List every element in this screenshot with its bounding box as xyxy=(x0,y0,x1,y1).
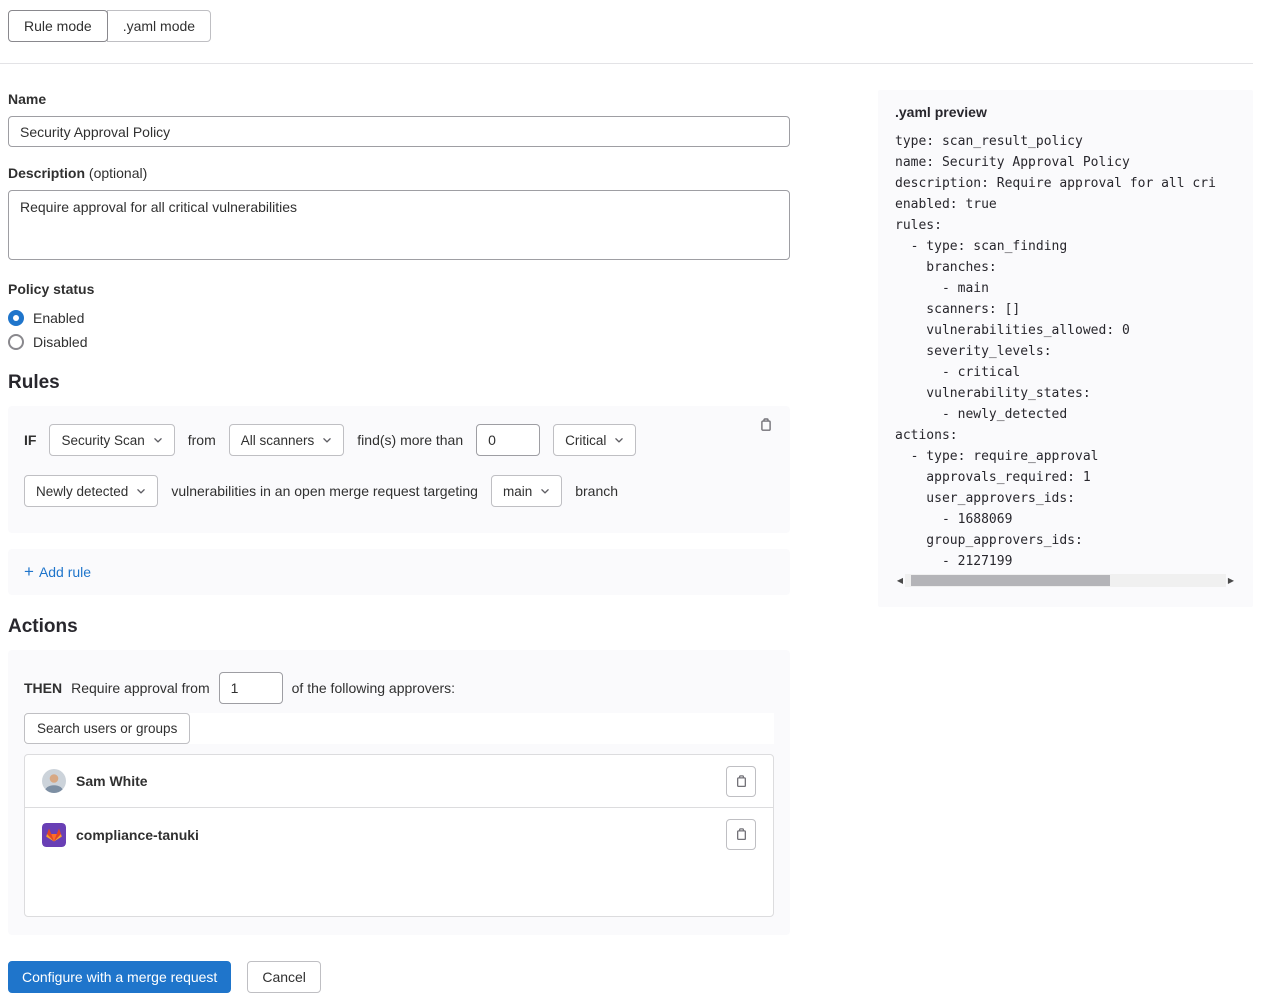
approver-name: compliance-tanuki xyxy=(76,827,726,843)
chevron-down-icon xyxy=(136,486,146,496)
remove-approver-button[interactable] xyxy=(726,819,756,850)
group-avatar xyxy=(42,823,66,847)
scanners-value: All scanners xyxy=(241,433,315,448)
branch-label: branch xyxy=(575,483,618,499)
plus-icon: + xyxy=(24,565,34,579)
rules-heading: Rules xyxy=(8,370,790,396)
chevron-down-icon xyxy=(540,486,550,496)
trash-icon xyxy=(734,827,749,842)
then-row: THEN Require approval from of the follow… xyxy=(24,672,774,704)
person-photo-icon xyxy=(42,769,66,793)
vulnerabilities-allowed-input[interactable] xyxy=(476,424,540,456)
description-optional-text: (optional) xyxy=(89,165,147,181)
scan-type-value: Security Scan xyxy=(61,433,144,448)
severity-dropdown[interactable]: Critical xyxy=(553,424,636,456)
trash-icon xyxy=(758,417,774,433)
search-users-groups-input[interactable]: Search users or groups xyxy=(24,713,190,744)
rule-card: IF Security Scan from All scanners find(… xyxy=(8,406,790,533)
name-label: Name xyxy=(8,90,790,108)
vulnerability-state-value: Newly detected xyxy=(36,484,128,499)
delete-rule-button[interactable] xyxy=(756,415,776,438)
description-label: Description (optional) xyxy=(8,164,790,182)
remove-approver-button[interactable] xyxy=(726,766,756,797)
scrollbar-right-arrow-icon[interactable]: ▶ xyxy=(1226,574,1236,587)
rule-row-2: Newly detected vulnerabilities in an ope… xyxy=(24,475,774,507)
scan-type-dropdown[interactable]: Security Scan xyxy=(49,424,174,456)
radio-enabled[interactable]: Enabled xyxy=(8,306,790,330)
mode-toggle: Rule mode .yaml mode xyxy=(8,10,211,42)
approvers-suffix-label: of the following approvers: xyxy=(292,680,455,696)
branch-dropdown[interactable]: main xyxy=(491,475,562,507)
form-footer: Configure with a merge request Cancel xyxy=(8,961,790,993)
radio-disabled-label: Disabled xyxy=(33,334,87,350)
yaml-preview-panel: .yaml preview type: scan_result_policy n… xyxy=(878,90,1253,607)
trash-icon xyxy=(734,774,749,789)
yaml-code: type: scan_result_policy name: Security … xyxy=(895,131,1236,572)
user-avatar xyxy=(42,769,66,793)
approver-row-compliance-tanuki: compliance-tanuki xyxy=(25,808,773,861)
chevron-down-icon xyxy=(153,435,163,445)
add-rule-button[interactable]: + Add rule xyxy=(24,564,91,580)
targeting-label: vulnerabilities in an open merge request… xyxy=(171,483,478,499)
action-card: THEN Require approval from of the follow… xyxy=(8,650,790,935)
scrollbar-left-arrow-icon[interactable]: ◀ xyxy=(895,574,905,587)
radio-enabled-label: Enabled xyxy=(33,310,84,326)
description-label-text: Description xyxy=(8,165,85,181)
add-rule-label: Add rule xyxy=(39,564,91,580)
approvals-required-input[interactable] xyxy=(219,672,283,704)
approver-list: Sam White xyxy=(24,754,774,917)
then-label: THEN xyxy=(24,680,62,696)
description-textarea[interactable]: Require approval for all critical vulner… xyxy=(8,190,790,260)
name-input[interactable] xyxy=(8,116,790,147)
radio-disabled[interactable]: Disabled xyxy=(8,330,790,354)
radio-enabled-control[interactable] xyxy=(8,310,24,326)
rule-row-1: IF Security Scan from All scanners find(… xyxy=(24,424,774,456)
cancel-button[interactable]: Cancel xyxy=(247,961,321,993)
vulnerability-state-dropdown[interactable]: Newly detected xyxy=(24,475,158,507)
policy-form: Name Description (optional) Require appr… xyxy=(8,90,790,993)
severity-value: Critical xyxy=(565,433,606,448)
yaml-horizontal-scrollbar[interactable]: ◀ ▶ xyxy=(895,574,1236,587)
approver-name: Sam White xyxy=(76,773,726,789)
policy-editor-page: Rule mode .yaml mode Name Description (o… xyxy=(0,0,1264,1006)
header-divider xyxy=(0,63,1253,64)
tab-yaml-mode[interactable]: .yaml mode xyxy=(107,10,211,42)
tanuki-logo-icon xyxy=(42,823,66,847)
scanners-dropdown[interactable]: All scanners xyxy=(229,424,345,456)
chevron-down-icon xyxy=(322,435,332,445)
if-label: IF xyxy=(24,432,36,448)
scrollbar-track[interactable] xyxy=(905,574,1226,587)
actions-heading: Actions xyxy=(8,614,790,640)
approver-row-sam-white: Sam White xyxy=(25,755,773,808)
branch-value: main xyxy=(503,484,532,499)
require-approval-label: Require approval from xyxy=(71,680,210,696)
from-label: from xyxy=(188,432,216,448)
configure-merge-request-button[interactable]: Configure with a merge request xyxy=(8,961,231,993)
yaml-preview-heading: .yaml preview xyxy=(895,103,1236,121)
find-label: find(s) more than xyxy=(357,432,463,448)
radio-disabled-control[interactable] xyxy=(8,334,24,350)
approver-search-row: Search users or groups xyxy=(24,713,774,744)
policy-status-radio-group: Enabled Disabled xyxy=(8,306,790,354)
add-rule-card: + Add rule xyxy=(8,549,790,595)
chevron-down-icon xyxy=(614,435,624,445)
policy-status-label: Policy status xyxy=(8,280,790,298)
scrollbar-thumb[interactable] xyxy=(911,575,1110,586)
tab-rule-mode[interactable]: Rule mode xyxy=(8,10,108,42)
